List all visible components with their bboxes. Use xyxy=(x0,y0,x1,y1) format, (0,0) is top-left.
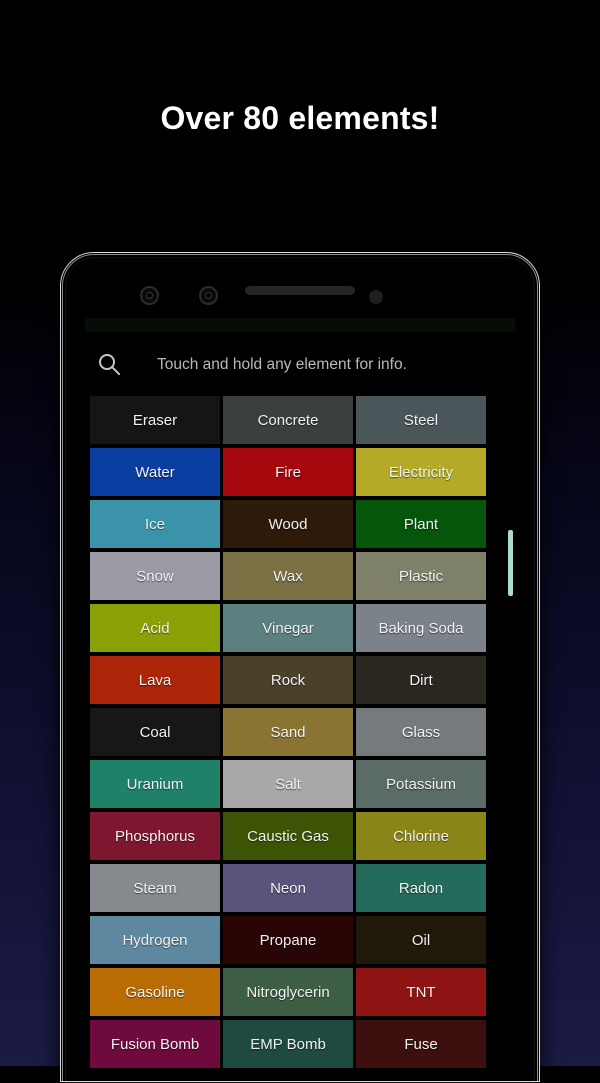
element-tile[interactable]: Water xyxy=(90,448,220,496)
phone-device-mockup: Touch and hold any element for info. Era… xyxy=(60,252,540,1082)
element-tile[interactable]: Neon xyxy=(223,864,353,912)
element-tile[interactable]: Hydrogen xyxy=(90,916,220,964)
element-grid-row: Uranium Salt Potassium xyxy=(90,760,492,808)
element-tile[interactable]: Potassium xyxy=(356,760,486,808)
element-tile[interactable]: TNT xyxy=(356,968,486,1016)
element-tile[interactable]: Wood xyxy=(223,500,353,548)
element-tile[interactable]: Snow xyxy=(90,552,220,600)
element-tile[interactable]: Steam xyxy=(90,864,220,912)
element-grid-row: Snow Wax Plastic xyxy=(90,552,492,600)
element-grid-row: Fusion Bomb EMP Bomb Fuse xyxy=(90,1020,492,1068)
element-grid-row: Lava Rock Dirt xyxy=(90,656,492,704)
element-tile[interactable]: Vinegar xyxy=(223,604,353,652)
element-grid-row: Ice Wood Plant xyxy=(90,500,492,548)
proximity-sensor-icon xyxy=(369,290,383,304)
element-tile[interactable]: Nitroglycerin xyxy=(223,968,353,1016)
element-tile[interactable]: Steel xyxy=(356,396,486,444)
camera-lens-icon xyxy=(199,286,218,305)
element-tile[interactable]: Radon xyxy=(356,864,486,912)
element-tile[interactable]: Baking Soda xyxy=(356,604,486,652)
scrollbar[interactable] xyxy=(508,396,513,1082)
element-tile[interactable]: Electricity xyxy=(356,448,486,496)
element-grid-row: Coal Sand Glass xyxy=(90,708,492,756)
element-tile[interactable]: Acid xyxy=(90,604,220,652)
element-tile[interactable]: Lava xyxy=(90,656,220,704)
element-tile[interactable]: Sand xyxy=(223,708,353,756)
element-grid-row: Steam Neon Radon xyxy=(90,864,492,912)
element-grid-row: Hydrogen Propane Oil xyxy=(90,916,492,964)
camera-lens-icon xyxy=(140,286,159,305)
search-input[interactable]: Touch and hold any element for info. xyxy=(157,356,407,374)
element-tile[interactable]: Concrete xyxy=(223,396,353,444)
page-title: Over 80 elements! xyxy=(160,100,440,136)
element-grid-row: Eraser Concrete Steel xyxy=(90,396,492,444)
element-tile[interactable]: Oil xyxy=(356,916,486,964)
element-tile[interactable]: Eraser xyxy=(90,396,220,444)
element-tile[interactable]: Fire xyxy=(223,448,353,496)
element-tile[interactable]: Phosphorus xyxy=(90,812,220,860)
element-grid-row: Water Fire Electricity xyxy=(90,448,492,496)
search-bar[interactable]: Touch and hold any element for info. xyxy=(85,338,515,390)
element-tile[interactable]: EMP Bomb xyxy=(223,1020,353,1068)
element-tile[interactable]: Plastic xyxy=(356,552,486,600)
element-tile[interactable]: Rock xyxy=(223,656,353,704)
element-tile[interactable]: Fusion Bomb xyxy=(90,1020,220,1068)
earpiece-speaker-icon xyxy=(245,286,355,295)
element-grid-row: Acid Vinegar Baking Soda xyxy=(90,604,492,652)
element-tile[interactable]: Glass xyxy=(356,708,486,756)
element-tile[interactable]: Caustic Gas xyxy=(223,812,353,860)
element-tile[interactable]: Uranium xyxy=(90,760,220,808)
search-icon[interactable] xyxy=(95,350,123,378)
element-grid-row: Phosphorus Caustic Gas Chlorine xyxy=(90,812,492,860)
element-tile[interactable]: Coal xyxy=(90,708,220,756)
scrollbar-thumb[interactable] xyxy=(508,530,513,596)
element-tile[interactable]: Chlorine xyxy=(356,812,486,860)
element-tile[interactable]: Propane xyxy=(223,916,353,964)
element-tile[interactable]: Salt xyxy=(223,760,353,808)
element-grid: Eraser Concrete Steel Water Fire Electricity I… xyxy=(90,396,492,1072)
element-tile[interactable]: Gasoline xyxy=(90,968,220,1016)
app-screen: Touch and hold any element for info. Era… xyxy=(85,318,515,1082)
element-tile[interactable]: Ice xyxy=(90,500,220,548)
phone-hardware-row xyxy=(60,252,540,318)
element-tile[interactable]: Plant xyxy=(356,500,486,548)
element-grid-row: Gasoline Nitroglycerin TNT xyxy=(90,968,492,1016)
status-bar xyxy=(85,318,515,332)
element-tile[interactable]: Fuse xyxy=(356,1020,486,1068)
element-tile[interactable]: Wax xyxy=(223,552,353,600)
element-tile[interactable]: Dirt xyxy=(356,656,486,704)
